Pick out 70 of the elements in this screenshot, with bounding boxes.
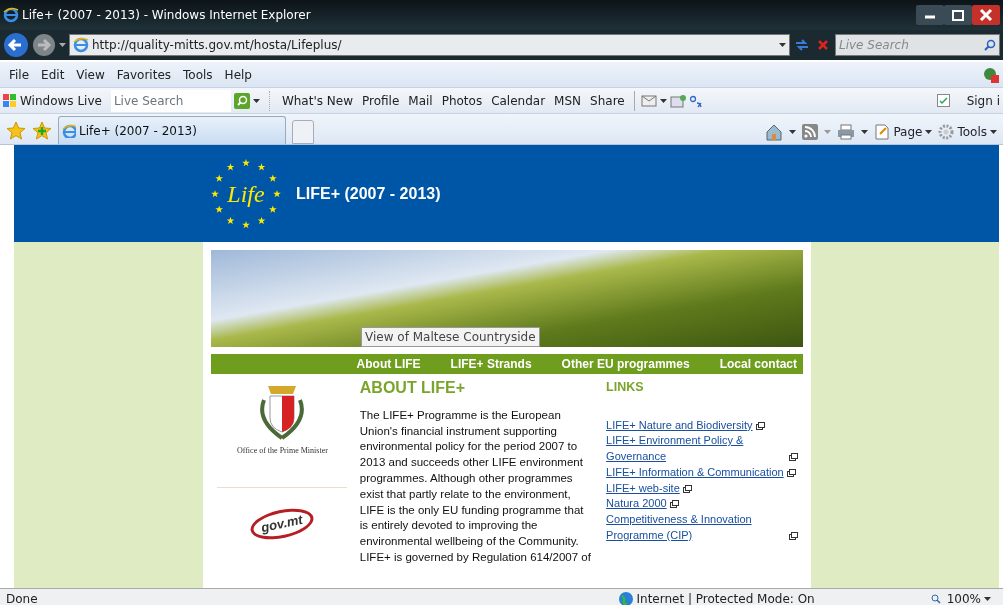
sign-in-link[interactable]: Sign i — [960, 91, 1000, 110]
external-link[interactable]: LIFE+ Information & Communication — [606, 464, 784, 481]
maximize-button[interactable] — [944, 5, 972, 25]
checkbox-icon[interactable] — [936, 94, 950, 107]
site-title: LIFE+ (2007 - 2013) — [296, 183, 441, 204]
globe-icon — [617, 590, 634, 605]
menu-item[interactable]: Edit — [35, 65, 71, 84]
caret-icon[interactable] — [861, 130, 869, 134]
about-heading: ABOUT LIFE+ — [359, 380, 467, 396]
new-window-icon — [789, 531, 799, 540]
browser-tab[interactable]: Life+ (2007 - 2013) — [58, 116, 286, 144]
caret-icon[interactable] — [789, 130, 797, 134]
history-caret-icon[interactable] — [59, 43, 66, 47]
placeholder-text: Live Search — [113, 92, 184, 110]
live-search-field[interactable]: Live Search — [110, 89, 231, 112]
ie-icon — [73, 37, 89, 53]
dropdown-caret-icon[interactable] — [779, 43, 786, 47]
links-heading: LINKS — [606, 380, 645, 396]
command-button[interactable]: Tools — [938, 123, 997, 141]
search-icon[interactable] — [984, 39, 996, 51]
toolbar-link[interactable]: What's New — [278, 91, 356, 110]
status-text: Done — [6, 590, 38, 605]
gear-icon — [938, 124, 955, 140]
toolbar-link[interactable]: Mail — [405, 91, 436, 110]
security-zone: Internet | Protected Mode: On — [636, 590, 815, 605]
external-link[interactable]: Natura 2000 — [606, 496, 667, 512]
menu-item[interactable]: View — [70, 65, 111, 84]
caret-icon — [925, 130, 933, 134]
feed-icon[interactable] — [802, 124, 819, 140]
caret-icon — [990, 130, 997, 134]
windows-flag-icon — [3, 93, 17, 108]
print-icon[interactable] — [837, 124, 856, 140]
toolbar-link[interactable]: Photos — [438, 91, 486, 110]
photo-caption-tooltip: View of Maltese Countryside — [361, 327, 540, 347]
brand-label[interactable]: Windows Live — [20, 91, 108, 110]
add-favorite-icon[interactable] — [32, 121, 52, 141]
ie-icon — [62, 123, 76, 138]
back-button[interactable] — [3, 32, 29, 58]
forward-button[interactable] — [32, 33, 56, 57]
menu-item[interactable]: Favorites — [110, 65, 178, 84]
address-field[interactable]: http://quality-mitts.gov.mt/hosta/Lifeplus/ — [69, 34, 790, 56]
ie-icon — [3, 7, 19, 23]
external-link[interactable]: LIFE+ Environment Policy & Governance — [606, 433, 787, 465]
command-button[interactable]: Page — [874, 123, 933, 141]
toolbar-link[interactable]: Calendar — [488, 91, 549, 110]
toolbar-link[interactable]: Share — [587, 91, 628, 110]
office-caption: Office of the Prime Minister — [236, 445, 328, 457]
zoom-control[interactable]: 100% — [930, 589, 991, 605]
toolbar-link[interactable]: MSN — [551, 91, 585, 110]
menu-item[interactable]: Help — [218, 65, 258, 84]
caret-icon — [984, 596, 991, 601]
external-link[interactable]: Competitiveness & Innovation Programme (CIP) — [606, 511, 787, 544]
external-link[interactable]: LIFE+ Nature and Biodiversity — [606, 417, 753, 434]
page-icon — [874, 124, 891, 140]
caret-icon[interactable] — [252, 98, 260, 103]
star-icon[interactable] — [6, 121, 26, 141]
menu-item[interactable]: Tools — [177, 65, 219, 84]
about-paragraph: The LIFE+ Programme is the European Union's financial instrument supporting environmental policy for the period 2007 to 2013 and succeeds other LIFE environment programmes. Although other programmes exist that partly relate to the environment, LIFE is the only EU funding programme that is entirely devoted to improving the environmental wellbeing of the Community. LIFE+ is governed by Regulation 614/2007 of — [359, 407, 592, 565]
external-link[interactable]: LIFE+ web-site — [606, 480, 680, 497]
life-logo: Life — [208, 155, 284, 232]
home-icon[interactable] — [765, 123, 784, 141]
close-button[interactable] — [972, 5, 1000, 25]
caret-icon[interactable] — [659, 98, 667, 103]
zoom-icon — [930, 593, 941, 604]
placeholder-text: Live Search — [839, 37, 909, 54]
new-window-icon — [755, 421, 765, 430]
toolbar-link[interactable]: Profile — [358, 91, 403, 110]
menu-item[interactable]: File — [3, 65, 36, 84]
minimize-button[interactable] — [916, 5, 944, 25]
window-title: Life+ (2007 - 2013) - Windows Internet Explorer — [22, 7, 311, 24]
